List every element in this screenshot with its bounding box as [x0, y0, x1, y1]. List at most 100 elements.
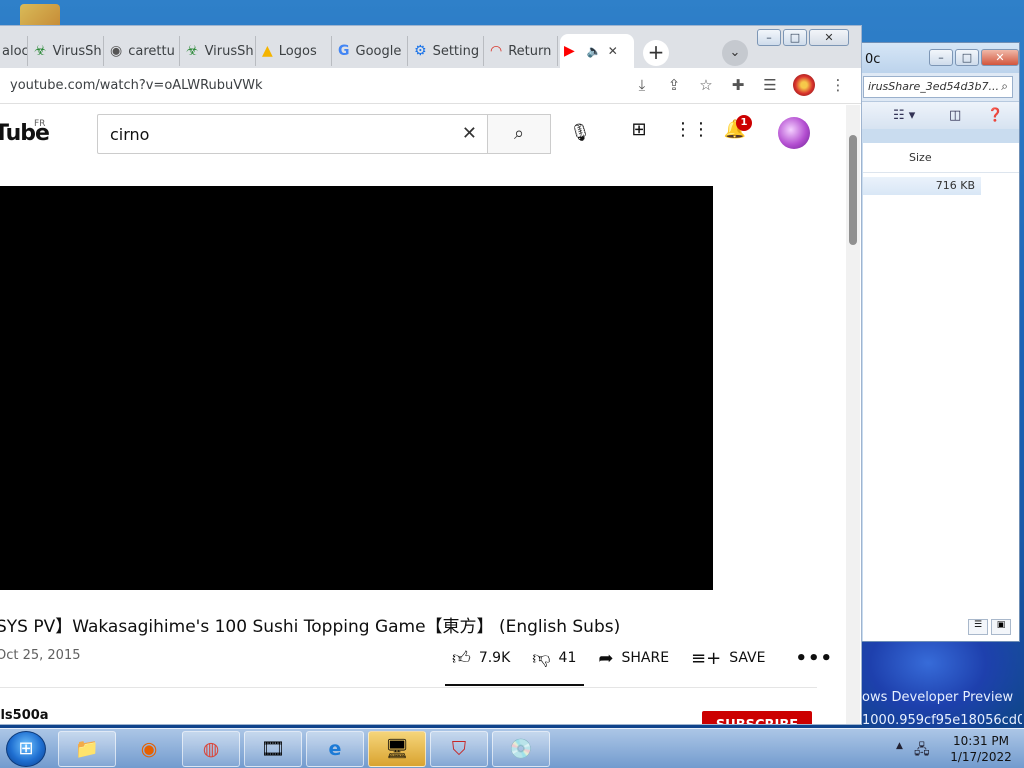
taskbar-security-app[interactable]: ⛉: [430, 731, 488, 767]
tab-4[interactable]: ▲ Logos: [258, 36, 332, 66]
biohazard-icon: ☣: [186, 43, 199, 59]
upload-date: Oct 25, 2015: [0, 648, 81, 663]
explorer-titlebar[interactable]: 0c – □ ✕: [849, 43, 1019, 73]
clear-search-icon[interactable]: ✕: [462, 123, 477, 144]
extensions-icon[interactable]: ✚: [729, 76, 747, 94]
youtube-page: Tube FR cirno ✕ ⌕ 🎙 ⊞ ⋮⋮ 🔔 1 SYS PV】Waka…: [0, 105, 845, 724]
apps-grid-icon[interactable]: ⋮⋮: [674, 119, 710, 140]
column-size-label: Size: [909, 151, 932, 164]
tab-6[interactable]: ⚙ Setting: [410, 36, 484, 66]
audio-playing-icon[interactable]: 🔈: [587, 44, 602, 58]
subscribe-button[interactable]: SUBSCRIBE: [702, 711, 812, 724]
divider: [0, 687, 817, 688]
dislike-button[interactable]: 👎︎ 41: [532, 647, 576, 669]
explorer-toolbar: ☷ ▾ ◫ ❓: [849, 101, 1019, 129]
chrome-close-button[interactable]: ✕: [809, 29, 849, 46]
new-tab-button[interactable]: +: [643, 40, 669, 66]
url-text[interactable]: youtube.com/watch?v=oALWRubuVWk: [10, 78, 263, 93]
youtube-icon: ▶: [564, 43, 575, 59]
page-scrollbar[interactable]: [846, 105, 860, 724]
taskbar-remote-app[interactable]: 🖥: [368, 731, 426, 767]
clock[interactable]: 10:31 PM 1/17/2022: [946, 733, 1016, 765]
tab-label: VirusSh: [52, 43, 102, 59]
explorer-close-button[interactable]: ✕: [981, 49, 1019, 66]
share-icon[interactable]: ⇪: [665, 76, 683, 94]
explorer-search-box[interactable]: irusShare_3ed54d3b7... ⌕: [863, 76, 1013, 98]
file-row[interactable]: 716 KB: [863, 177, 981, 195]
share-arrow-icon: ➦: [598, 647, 614, 669]
chrome-window: aloc ☣ VirusSh ◉ carettu ☣ VirusSh ▲ Log…: [0, 25, 862, 725]
taskbar: ⊞ 📁 ◉ ◍ 🎞 e 🖥 ⛉ 💿 ▲ 🖧 10:31 PM 1/17/2022: [0, 728, 1024, 768]
tab-3[interactable]: ☣ VirusSh: [182, 36, 256, 66]
notifications-bell-icon[interactable]: 🔔 1: [722, 115, 752, 140]
menu-kebab-icon[interactable]: ⋮: [829, 76, 847, 94]
bookmark-star-icon[interactable]: ☆: [697, 76, 715, 94]
computer-network-icon: 🖥: [384, 738, 410, 760]
search-button[interactable]: ⌕: [487, 114, 551, 154]
toolbar-icons: ⤓ ⇪ ☆ ✚ ☰ ⋮: [633, 74, 847, 96]
search-value: cirno: [110, 124, 150, 144]
taskbar-chrome[interactable]: ◍: [182, 731, 240, 767]
start-button[interactable]: ⊞: [6, 731, 46, 767]
save-button[interactable]: ≡+ SAVE: [691, 648, 765, 669]
taskbar-internet-explorer[interactable]: e: [306, 731, 364, 767]
like-count: 7.9K: [478, 650, 511, 666]
video-player[interactable]: [0, 186, 713, 590]
voice-search-icon[interactable]: 🎙: [566, 119, 594, 147]
profile-avatar[interactable]: [793, 74, 815, 96]
user-avatar[interactable]: [778, 117, 810, 149]
tab-label: carettu: [128, 43, 175, 59]
close-tab-icon[interactable]: ✕: [608, 44, 618, 58]
explorer-path-text: irusShare_3ed54d3b7...: [868, 80, 999, 93]
tab-label: Google: [355, 43, 402, 59]
like-button[interactable]: 👍︎ 7.9K: [452, 647, 510, 669]
folder-icon: 📁: [75, 738, 99, 760]
google-icon: G: [338, 43, 350, 59]
tab-search-button[interactable]: ⌄: [722, 40, 748, 66]
explorer-file-list: Size 716 KB ☰ ▣: [863, 143, 1019, 641]
network-icon[interactable]: 🖧: [914, 739, 930, 763]
taskbar-media-player[interactable]: 🎞: [244, 731, 302, 767]
tab-label: aloc: [2, 43, 28, 59]
install-icon[interactable]: ⤓: [633, 76, 651, 94]
help-icon[interactable]: ❓: [987, 108, 1003, 123]
biohazard-icon: ☣: [34, 43, 47, 59]
create-video-icon[interactable]: ⊞: [626, 119, 652, 140]
scrollbar-thumb[interactable]: [849, 135, 857, 245]
search-icon[interactable]: ⌕: [1001, 79, 1008, 94]
media-queue-icon[interactable]: ☰: [761, 76, 779, 94]
tab-2[interactable]: ◉ carettu: [106, 36, 180, 66]
search-input[interactable]: cirno ✕: [97, 114, 488, 154]
tab-5[interactable]: G Google: [334, 36, 408, 66]
taskbar-firefox[interactable]: ◉: [120, 731, 178, 767]
explorer-title: 0c: [865, 52, 881, 67]
shield-mail-icon: ⛉: [451, 738, 467, 760]
tab-7[interactable]: ◠ Return: [486, 36, 558, 66]
column-header-size[interactable]: Size: [863, 143, 1019, 173]
view-options-icon[interactable]: ☷ ▾: [893, 108, 915, 123]
details-view-icon[interactable]: ☰: [968, 619, 988, 635]
video-title: SYS PV】Wakasagihime's 100 Sushi Topping …: [0, 617, 621, 637]
explorer-maximize-button[interactable]: □: [955, 49, 979, 66]
film-reel-icon: 🎞: [260, 738, 286, 760]
tab-1[interactable]: ☣ VirusSh: [30, 36, 104, 66]
explorer-minimize-button[interactable]: –: [929, 49, 953, 66]
like-ratio-bar: [445, 684, 584, 686]
notification-badge: 1: [736, 115, 752, 131]
chrome-minimize-button[interactable]: –: [757, 29, 781, 46]
preview-pane-icon[interactable]: ◫: [949, 108, 961, 123]
firefox-icon: ◉: [140, 738, 158, 760]
tab-0[interactable]: aloc: [0, 36, 28, 66]
taskbar-disc-app[interactable]: 💿: [492, 731, 550, 767]
taskbar-explorer[interactable]: 📁: [58, 731, 116, 767]
chrome-window-controls: – □ ✕: [757, 29, 849, 46]
share-button[interactable]: ➦ SHARE: [598, 648, 669, 669]
chrome-maximize-button[interactable]: □: [783, 29, 807, 46]
large-icons-view-icon[interactable]: ▣: [991, 619, 1011, 635]
windows-logo-icon: ⊞: [18, 738, 34, 759]
show-hidden-icons-icon[interactable]: ▲: [896, 741, 903, 751]
channel-name[interactable]: ils500a: [0, 708, 49, 723]
tab-youtube-active[interactable]: ▶ 🔈 ✕: [560, 34, 634, 68]
more-actions-icon[interactable]: •••: [795, 648, 833, 669]
watermark-line-1: ows Developer Preview: [862, 690, 1014, 705]
